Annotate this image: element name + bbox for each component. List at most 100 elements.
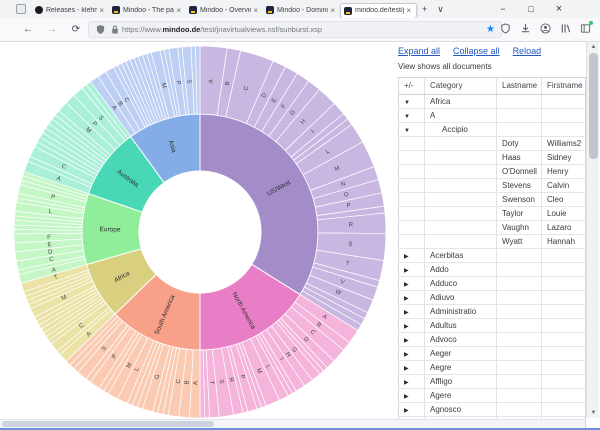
download-icon[interactable]: [519, 22, 532, 35]
table-row-category-africa[interactable]: ▼ Africa: [399, 95, 585, 109]
twisty-closed-icon[interactable]: ▶: [404, 282, 409, 288]
firstname-cell: [542, 347, 587, 360]
twisty-cell[interactable]: ▼: [399, 95, 425, 108]
twisty-cell[interactable]: ▶: [399, 347, 425, 360]
tab-close-icon[interactable]: ×: [328, 6, 337, 15]
reload-button[interactable]: ⟳: [68, 22, 84, 38]
twisty-cell[interactable]: ▶: [399, 249, 425, 262]
twisty-cell[interactable]: ▶: [399, 333, 425, 346]
browser-tab-releases-klehmann-domin[interactable]: Releases - klehmann/domin×: [32, 3, 109, 18]
table-row-person[interactable]: Vaughn Lazaro: [399, 221, 585, 235]
twisty-closed-icon[interactable]: ▶: [404, 254, 409, 260]
twisty-closed-icon[interactable]: ▶: [404, 338, 409, 344]
twisty-closed-icon[interactable]: ▶: [404, 394, 409, 400]
twisty-closed-icon[interactable]: ▶: [404, 352, 409, 358]
minimize-button[interactable]: −: [492, 0, 514, 18]
browser-tab-mindoo-overview-of-dom[interactable]: Mindoo - Overview of Dom×: [186, 3, 263, 18]
twisty-open-icon[interactable]: ▼: [404, 100, 410, 106]
twisty-open-icon[interactable]: ▼: [404, 128, 410, 134]
table-row-category-a[interactable]: ▼ A: [399, 109, 585, 123]
twisty-closed-icon[interactable]: ▶: [404, 268, 409, 274]
tracking-protection-shield-icon[interactable]: [96, 25, 105, 34]
tab-close-icon[interactable]: ×: [174, 6, 183, 15]
back-button[interactable]: ←: [20, 22, 36, 38]
table-row-person[interactable]: Haas Sidney: [399, 151, 585, 165]
twisty-cell[interactable]: ▶: [399, 361, 425, 374]
table-row-category-adultus[interactable]: ▶ Adultus: [399, 319, 585, 333]
twisty-open-icon[interactable]: ▼: [404, 114, 410, 120]
vertical-scrollbar[interactable]: ▲ ▼: [586, 42, 599, 418]
vertical-scrollbar-thumb[interactable]: [589, 53, 598, 159]
category-cell: Adiuvo: [425, 291, 497, 304]
twisty-cell[interactable]: ▶: [399, 403, 425, 416]
twisty-closed-icon[interactable]: ▶: [404, 310, 409, 316]
tab-close-icon[interactable]: ×: [251, 6, 260, 15]
twisty-closed-icon[interactable]: ▶: [404, 380, 409, 386]
browser-tab-mindoo-the-pain-of-readi[interactable]: Mindoo - The pain of readi×: [109, 3, 186, 18]
table-row-category-agnosco[interactable]: ▶ Agnosco: [399, 403, 585, 417]
table-row-person[interactable]: Doty Williams2: [399, 137, 585, 151]
browser-tab-mindoo-domino-jna-virt[interactable]: Mindoo - Domino JNA Virt×: [263, 3, 340, 18]
horizontal-scrollbar[interactable]: [0, 419, 585, 428]
table-row-person[interactable]: Wyatt Hannah: [399, 235, 585, 249]
library-icon[interactable]: [559, 22, 572, 35]
expand-all-link[interactable]: Expand all: [398, 46, 440, 56]
table-row-category-aeger[interactable]: ▶ Aeger: [399, 347, 585, 361]
twisty-closed-icon[interactable]: ▶: [404, 408, 409, 414]
maximize-button[interactable]: □: [520, 0, 542, 18]
table-row-category-adiuvo[interactable]: ▶ Adiuvo: [399, 291, 585, 305]
table-row-category-affligo[interactable]: ▶ Affligo: [399, 375, 585, 389]
tab-close-icon[interactable]: ×: [404, 6, 413, 15]
tab-list-button[interactable]: ∨: [432, 4, 449, 15]
table-row-category-administratio[interactable]: ▶ Administratio: [399, 305, 585, 319]
collapse-all-link[interactable]: Collapse all: [453, 46, 500, 56]
horizontal-scrollbar-thumb[interactable]: [2, 421, 214, 427]
browser-tab-mindoo-de-test-jnavirtualv[interactable]: mindoo.de/test/jnavirtualv×: [340, 2, 417, 18]
reload-link[interactable]: Reload: [513, 46, 542, 56]
table-row-category-agere[interactable]: ▶ Agere: [399, 389, 585, 403]
shield-icon[interactable]: [499, 22, 512, 35]
table-row-category-acerbitas[interactable]: ▶ Acerbitas: [399, 249, 585, 263]
twisty-closed-icon[interactable]: ▶: [404, 366, 409, 372]
twisty-cell[interactable]: ▶: [399, 277, 425, 290]
table-row-category-aegre[interactable]: ▶ Aegre: [399, 361, 585, 375]
sidebar-icon[interactable]: [579, 21, 593, 35]
twisty-cell[interactable]: ▶: [399, 375, 425, 388]
twisty-closed-icon[interactable]: ▶: [404, 324, 409, 330]
table-row-person[interactable]: Taylor Louie: [399, 207, 585, 221]
category-cell: Acerbitas: [425, 249, 497, 262]
table-row-person[interactable]: Stevens Calvin: [399, 179, 585, 193]
table-row-person[interactable]: O'Donnell Henry: [399, 165, 585, 179]
twisty-closed-icon[interactable]: ▶: [404, 296, 409, 302]
category-cell: Addo: [425, 263, 497, 276]
window-close-button[interactable]: ×: [548, 0, 570, 18]
scroll-up-arrow-icon[interactable]: ▲: [587, 42, 600, 52]
new-tab-button[interactable]: +: [417, 4, 432, 14]
twisty-cell[interactable]: ▶: [399, 319, 425, 332]
table-row-person[interactable]: Swenson Cleo: [399, 193, 585, 207]
account-icon[interactable]: [539, 22, 552, 35]
firstname-cell: [542, 263, 587, 276]
table-row-category-addo[interactable]: ▶ Addo: [399, 263, 585, 277]
twisty-cell: [399, 193, 425, 206]
column-header-firstname[interactable]: Firstname: [542, 78, 587, 94]
twisty-cell[interactable]: ▼: [399, 109, 425, 122]
twisty-cell[interactable]: ▶: [399, 389, 425, 402]
bookmark-star-icon[interactable]: ★: [486, 24, 495, 35]
tab-close-icon[interactable]: ×: [97, 6, 106, 15]
twisty-cell[interactable]: ▶: [399, 263, 425, 276]
twisty-cell[interactable]: ▶: [399, 291, 425, 304]
firstname-cell: Henry: [547, 167, 569, 176]
table-row-category-advoco[interactable]: ▶ Advoco: [399, 333, 585, 347]
mindoo-favicon: [266, 6, 274, 14]
address-bar[interactable]: https://www.mindoo.de/test/jnavirtualvie…: [88, 21, 502, 38]
table-row-category-accipio[interactable]: ▼ Accipio: [399, 123, 585, 137]
twisty-cell[interactable]: ▶: [399, 305, 425, 318]
column-header--[interactable]: +/-: [399, 78, 425, 94]
scroll-down-arrow-icon[interactable]: ▼: [587, 408, 600, 418]
column-header-category[interactable]: Category: [425, 78, 497, 94]
table-row-category-adduco[interactable]: ▶ Adduco: [399, 277, 585, 291]
forward-button[interactable]: →: [44, 22, 60, 38]
twisty-cell[interactable]: ▼: [399, 123, 425, 136]
column-header-lastname[interactable]: Lastname: [497, 78, 542, 94]
